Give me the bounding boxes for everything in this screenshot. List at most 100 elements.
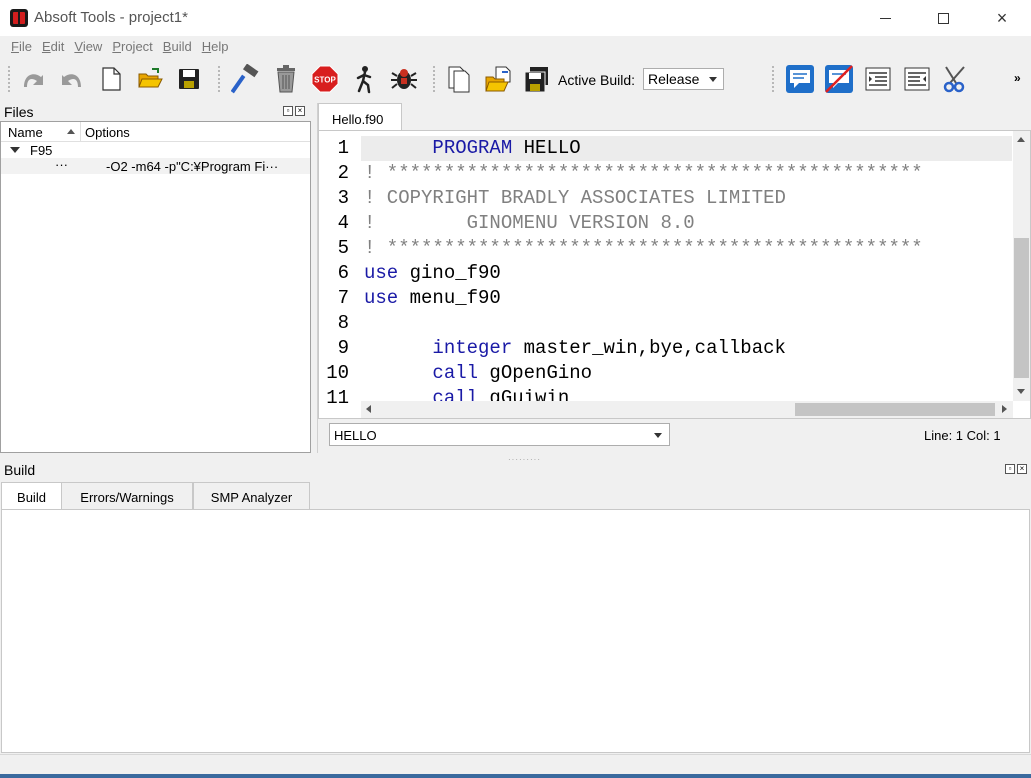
save-icon xyxy=(179,69,199,89)
active-build-select[interactable]: Release xyxy=(643,68,724,90)
debug-button[interactable] xyxy=(389,64,419,94)
taskbar-edge xyxy=(0,774,1031,778)
menu-build[interactable]: Build xyxy=(158,36,197,58)
uncomment-button[interactable] xyxy=(824,64,854,94)
float-panel-button[interactable]: ▫ xyxy=(283,106,293,116)
minimize-icon xyxy=(879,17,891,19)
build-panel-title: Build xyxy=(4,462,36,478)
outdent-button[interactable] xyxy=(902,64,932,94)
code-line: ! **************************************… xyxy=(364,162,923,184)
column-header-options[interactable]: Options xyxy=(85,125,130,140)
minimize-button[interactable] xyxy=(856,0,914,36)
scroll-right-icon[interactable] xyxy=(1002,405,1007,413)
save-all-icon xyxy=(524,67,548,93)
scroll-left-icon[interactable] xyxy=(366,405,371,413)
window-title: Absoft Tools - project1* xyxy=(34,9,188,26)
build-button[interactable] xyxy=(231,64,261,94)
toolbar-overflow-button[interactable]: » xyxy=(1014,71,1021,85)
chevron-down-icon xyxy=(654,433,662,438)
code-line: call gOpenGino xyxy=(432,362,593,384)
code-line: ! COPYRIGHT BRADLY ASSOCIATES LIMITED xyxy=(364,187,786,209)
scroll-up-icon[interactable] xyxy=(1017,137,1025,142)
svg-text:STOP: STOP xyxy=(314,76,336,85)
line-number: 2 xyxy=(337,162,349,184)
run-icon xyxy=(356,66,372,94)
tree-item-label: F95 xyxy=(30,143,53,158)
save-button[interactable] xyxy=(174,64,204,94)
menu-edit[interactable]: Edit xyxy=(37,36,69,58)
function-select-value: HELLO xyxy=(334,428,377,443)
menu-project[interactable]: Project xyxy=(107,36,157,58)
panel-splitter[interactable]: ········· xyxy=(508,455,541,464)
run-button[interactable] xyxy=(349,64,379,94)
comment-button[interactable] xyxy=(785,64,815,94)
horizontal-scrollbar[interactable] xyxy=(361,401,1013,418)
redo-icon xyxy=(62,74,81,87)
line-number-gutter: 1 2 3 4 5 6 7 8 9 10 11 xyxy=(319,131,359,418)
code-line: PROGRAM HELLO xyxy=(432,137,581,159)
close-panel-button[interactable]: × xyxy=(295,106,305,116)
redo-button[interactable] xyxy=(57,64,87,94)
menu-file[interactable]: File xyxy=(6,36,37,58)
copy-files-button[interactable] xyxy=(445,64,475,94)
code-editor[interactable]: 1 2 3 4 5 6 7 8 9 10 11 PROGRAM HELLO ! … xyxy=(318,130,1031,419)
toolbar: STOP Active Build: Release » xyxy=(0,58,1031,100)
build-panel-controls: ▫ × xyxy=(1005,464,1027,474)
tree-item-options[interactable]: ··· -O2 -m64 -p"C:¥Program Fi··· xyxy=(1,157,310,174)
tab-errors-warnings[interactable]: Errors/Warnings xyxy=(61,482,193,510)
clean-button[interactable] xyxy=(271,64,301,94)
maximize-button[interactable] xyxy=(914,0,972,36)
code-line: call gGuiwin xyxy=(432,387,570,401)
open-button[interactable] xyxy=(135,64,165,94)
function-select[interactable]: HELLO xyxy=(329,423,670,446)
undo-button[interactable] xyxy=(18,64,48,94)
line-number: 3 xyxy=(337,187,349,209)
tab-build[interactable]: Build xyxy=(1,482,62,511)
toolbar-separator xyxy=(433,66,435,92)
column-divider[interactable] xyxy=(80,122,81,142)
maximize-icon xyxy=(937,12,949,24)
tab-smp-analyzer[interactable]: SMP Analyzer xyxy=(193,482,310,510)
close-button[interactable]: × xyxy=(973,0,1031,36)
debug-icon xyxy=(391,69,417,89)
cut-button[interactable] xyxy=(941,64,971,94)
code-line: ! GINOMENU VERSION 8.0 xyxy=(364,212,695,234)
float-panel-button[interactable]: ▫ xyxy=(1005,464,1015,474)
line-number: 6 xyxy=(337,262,349,284)
tree-item-options-value: -O2 -m64 -p"C:¥Program Fi··· xyxy=(106,159,279,174)
save-all-button[interactable] xyxy=(522,64,552,94)
undo-icon xyxy=(24,74,43,87)
tab-hello-f90[interactable]: Hello.f90 xyxy=(318,103,402,131)
active-build-value: Release xyxy=(648,71,700,87)
column-header-name[interactable]: Name xyxy=(8,125,43,140)
new-file-icon xyxy=(102,67,121,91)
line-number: 5 xyxy=(337,237,349,259)
stop-button[interactable]: STOP xyxy=(310,64,340,94)
active-build-label: Active Build: xyxy=(558,72,636,88)
menu-view[interactable]: View xyxy=(69,36,107,58)
scroll-down-icon[interactable] xyxy=(1017,389,1025,394)
new-file-button[interactable] xyxy=(96,64,126,94)
uncomment-icon xyxy=(825,65,853,93)
vertical-scroll-thumb[interactable] xyxy=(1014,238,1029,378)
horizontal-scroll-thumb[interactable] xyxy=(795,403,995,416)
files-header: Name Options xyxy=(1,122,310,142)
tree-item-f95[interactable]: F95 xyxy=(1,142,310,158)
indent-button[interactable] xyxy=(863,64,893,94)
line-number: 7 xyxy=(337,287,349,309)
line-number: 9 xyxy=(337,337,349,359)
menu-help[interactable]: Help xyxy=(197,36,234,58)
code-line: integer master_win,bye,callback xyxy=(432,337,786,359)
vertical-scrollbar[interactable] xyxy=(1013,131,1030,401)
stop-icon: STOP xyxy=(311,65,339,93)
line-number: 11 xyxy=(326,387,349,409)
expand-arrow-icon[interactable] xyxy=(10,147,20,153)
close-panel-button[interactable]: × xyxy=(1017,464,1027,474)
open-project-button[interactable] xyxy=(484,64,514,94)
toolbar-grip xyxy=(8,66,10,92)
build-output[interactable] xyxy=(1,509,1030,753)
chevron-down-icon xyxy=(709,77,717,82)
line-number: 1 xyxy=(337,137,349,159)
code-text[interactable]: PROGRAM HELLO ! ************************… xyxy=(361,131,1012,401)
code-line: ! **************************************… xyxy=(364,237,923,259)
